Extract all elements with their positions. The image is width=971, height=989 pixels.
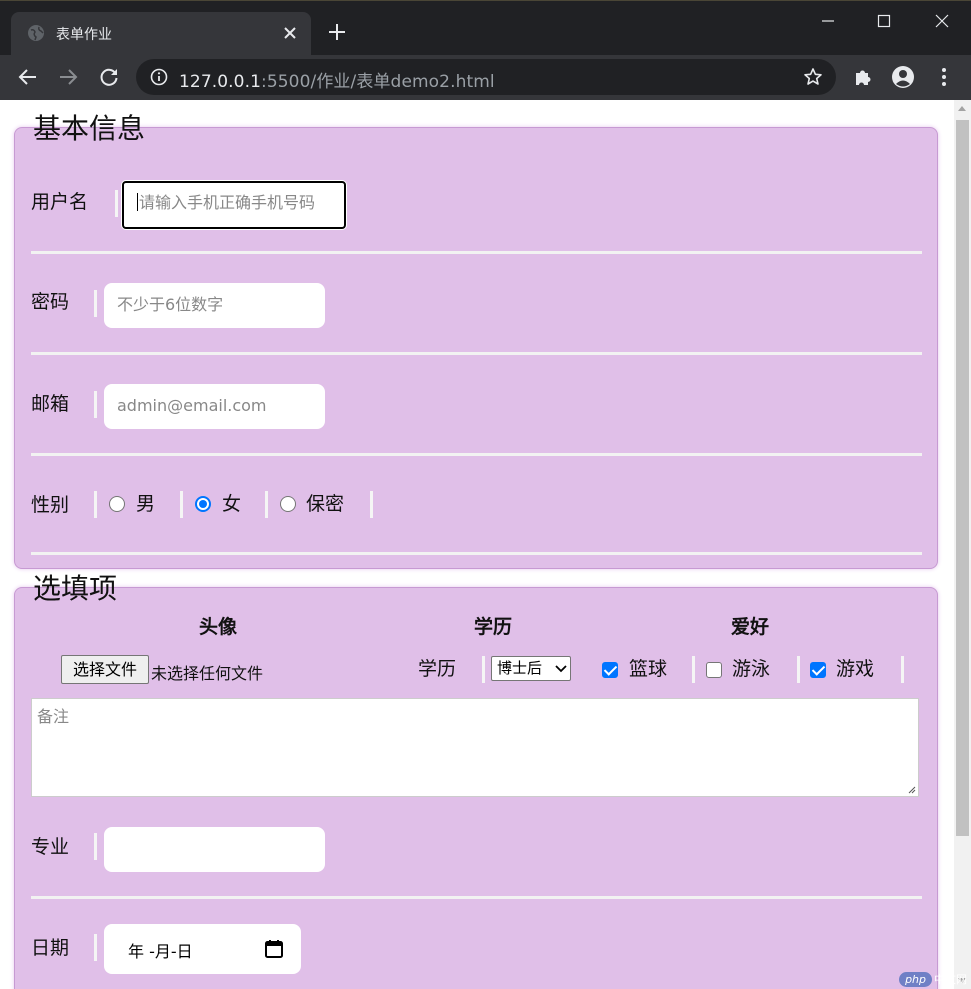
username-placeholder: 请输入手机正确手机号码	[139, 193, 316, 212]
url-host: 127.0.0.1	[179, 72, 262, 92]
forward-arrow-icon[interactable]	[56, 65, 80, 89]
bookmark-star-icon[interactable]	[803, 67, 823, 87]
window-titlebar: 表单作业	[0, 0, 971, 56]
minimize-icon[interactable]	[816, 9, 840, 33]
url-text: 127.0.0.1:5500/作业/表单demo2.html	[179, 67, 495, 92]
browser-toolbar: 127.0.0.1:5500/作业/表单demo2.html	[0, 55, 971, 100]
date-label: 日期	[31, 937, 70, 959]
email-label: 邮箱	[31, 393, 70, 415]
hobby-checkbox-swimming[interactable]	[706, 662, 722, 678]
watermark-text: 中文网	[934, 973, 967, 986]
extensions-puzzle-icon[interactable]	[851, 65, 875, 89]
separator	[265, 491, 268, 518]
gender-radio-male[interactable]	[109, 496, 125, 512]
watermark: php 中文网	[899, 971, 967, 987]
gender-option-secret: 保密	[306, 493, 345, 515]
resize-grip-icon[interactable]	[906, 784, 916, 794]
reload-icon[interactable]	[97, 65, 121, 89]
profile-avatar-icon[interactable]	[891, 65, 915, 89]
info-icon[interactable]	[150, 68, 168, 86]
globe-icon	[28, 25, 44, 41]
close-icon[interactable]	[281, 24, 299, 42]
divider	[31, 552, 922, 555]
username-input[interactable]: 请输入手机正确手机号码	[122, 181, 346, 229]
separator	[94, 934, 97, 961]
maximize-icon[interactable]	[872, 9, 896, 33]
separator	[115, 190, 118, 217]
new-tab-icon[interactable]	[326, 21, 348, 43]
password-label: 密码	[31, 291, 70, 313]
address-bar[interactable]: 127.0.0.1:5500/作业/表单demo2.html	[136, 59, 836, 95]
scrollbar-thumb[interactable]	[956, 120, 969, 836]
gender-option-male: 男	[136, 493, 156, 515]
menu-kebab-icon[interactable]	[932, 65, 956, 89]
separator	[370, 491, 373, 518]
hobby-label-swimming: 游泳	[732, 658, 771, 680]
date-input[interactable]: 年 -月-日	[104, 924, 301, 974]
remark-placeholder: 备注	[37, 707, 70, 726]
remark-textarea[interactable]: 备注	[31, 698, 919, 797]
hobby-label-games: 游戏	[836, 658, 875, 680]
divider	[31, 453, 922, 456]
major-input[interactable]	[104, 827, 325, 872]
separator	[482, 656, 485, 683]
password-input[interactable]: 不少于6位数字	[104, 283, 325, 328]
calendar-icon[interactable]	[264, 939, 284, 959]
separator	[180, 491, 183, 518]
optional-fieldset: 选填项 头像 学历 爱好 选择文件 未选择任何文件 学历 博士后 篮球 游泳 游…	[14, 575, 938, 989]
hobby-checkbox-games[interactable]	[810, 662, 826, 678]
username-label: 用户名	[31, 191, 89, 213]
watermark-logo: php	[899, 972, 932, 987]
education-label: 学历	[418, 658, 457, 680]
scroll-up-arrow-icon[interactable]	[958, 106, 966, 111]
basic-info-fieldset: 基本信息 用户名 请输入手机正确手机号码 密码 不少于6位数字 邮箱 admin…	[14, 115, 938, 569]
separator	[797, 656, 800, 683]
email-input[interactable]: admin@email.com	[104, 384, 325, 429]
optional-legend: 选填项	[33, 572, 118, 605]
gender-radio-secret[interactable]	[280, 496, 296, 512]
education-select-value: 博士后	[497, 659, 543, 677]
password-placeholder: 不少于6位数字	[117, 295, 224, 314]
page-scrollbar[interactable]	[954, 100, 971, 989]
divider	[31, 251, 922, 254]
separator	[94, 290, 97, 317]
text-caret	[137, 193, 138, 211]
divider	[31, 352, 922, 355]
hobby-checkbox-basketball[interactable]	[602, 662, 618, 678]
education-select[interactable]: 博士后	[491, 656, 571, 681]
hobby-label-basketball: 篮球	[629, 658, 668, 680]
gender-option-female: 女	[222, 493, 242, 515]
hobby-column-header: 爱好	[731, 616, 770, 638]
separator	[692, 656, 695, 683]
email-placeholder: admin@email.com	[117, 396, 267, 415]
tab-title: 表单作业	[56, 27, 112, 43]
choose-file-button[interactable]: 选择文件	[61, 655, 149, 684]
url-path: :5500/作业/表单demo2.html	[261, 72, 495, 92]
avatar-column-header: 头像	[199, 616, 238, 638]
date-value: 年 -月-日	[128, 942, 193, 961]
major-label: 专业	[31, 836, 70, 858]
browser-tab[interactable]: 表单作业	[11, 12, 311, 56]
separator	[94, 391, 97, 418]
separator	[94, 833, 97, 860]
gender-label: 性别	[31, 494, 70, 516]
gender-radio-female[interactable]	[195, 496, 211, 512]
page-viewport: 基本信息 用户名 请输入手机正确手机号码 密码 不少于6位数字 邮箱 admin…	[0, 100, 971, 989]
separator	[901, 656, 904, 683]
back-arrow-icon[interactable]	[16, 65, 40, 89]
chevron-down-icon	[555, 665, 567, 673]
divider	[31, 896, 922, 899]
education-column-header: 学历	[474, 616, 513, 638]
file-status-text: 未选择任何文件	[151, 664, 264, 683]
window-close-icon[interactable]	[930, 9, 954, 33]
basic-info-legend: 基本信息	[33, 112, 146, 145]
separator	[94, 491, 97, 518]
